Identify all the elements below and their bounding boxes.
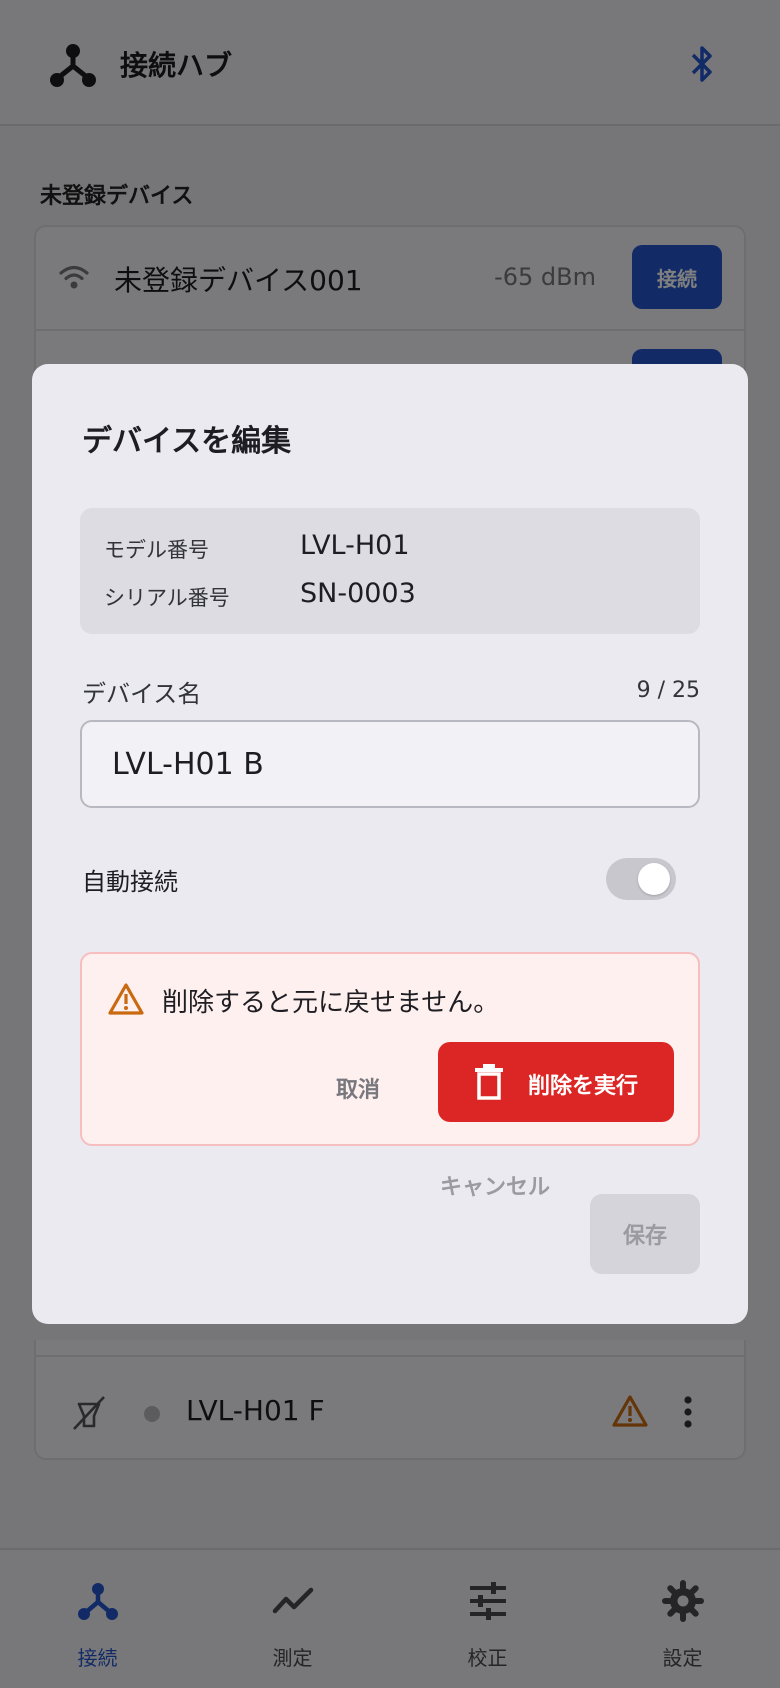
confirm-delete-button[interactable]: 削除を実行 [438, 1042, 674, 1122]
serial-number-value: SN-0003 [300, 578, 416, 609]
char-counter: 9 / 25 [636, 678, 700, 703]
serial-number-label: シリアル番号 [104, 586, 230, 610]
delete-warning-text: 削除すると元に戻せません。 [162, 988, 500, 1018]
delete-button-label: 削除を実行 [528, 1073, 639, 1098]
dialog-title: デバイスを編集 [82, 424, 292, 459]
trash-icon [475, 1064, 503, 1100]
device-info-box: モデル番号 LVL-H01 シリアル番号 SN-0003 [80, 508, 700, 634]
edit-device-dialog: デバイスを編集 モデル番号 LVL-H01 シリアル番号 SN-0003 デバイ… [32, 364, 748, 1324]
warning-icon [108, 983, 144, 1015]
auto-connect-label: 自動接続 [82, 868, 178, 896]
cancel-button[interactable]: キャンセル [420, 1160, 570, 1210]
undo-button[interactable]: 取消 [318, 1066, 398, 1110]
delete-confirm-box: 削除すると元に戻せません。 取消 削除を実行 [80, 952, 700, 1146]
model-number-value: LVL-H01 [300, 530, 410, 561]
device-name-input[interactable] [80, 720, 700, 808]
model-number-label: モデル番号 [104, 538, 209, 562]
device-name-label: デバイス名 [82, 680, 202, 708]
auto-connect-toggle[interactable] [606, 858, 676, 900]
toggle-knob [638, 863, 670, 895]
save-button[interactable]: 保存 [590, 1194, 700, 1274]
